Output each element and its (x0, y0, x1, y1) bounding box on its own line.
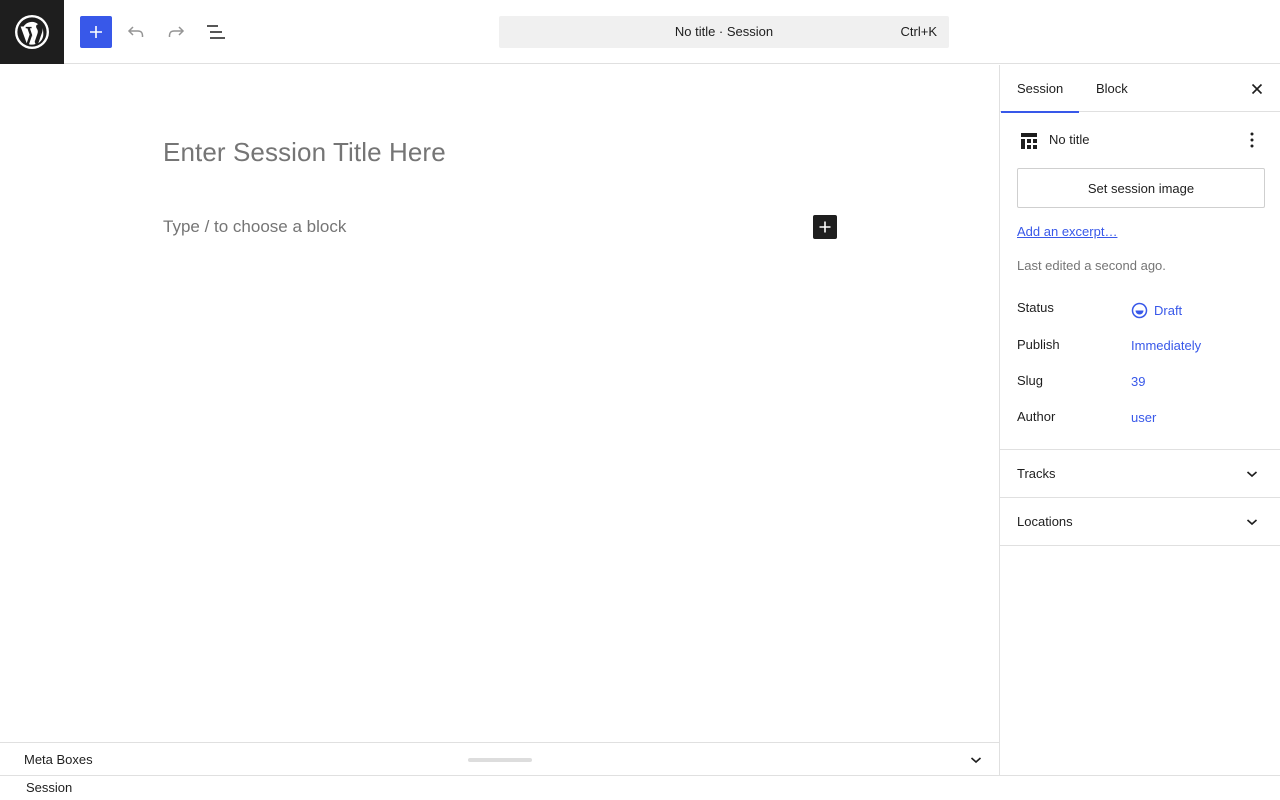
wordpress-logo-button[interactable] (0, 0, 64, 64)
author-button[interactable]: user (1131, 410, 1156, 425)
tracks-panel-title: Tracks (1017, 466, 1056, 481)
chevron-down-icon (1240, 462, 1264, 486)
chevron-down-icon (1240, 510, 1264, 534)
plus-icon (90, 26, 102, 38)
slug-row: Slug 39 (1017, 369, 1265, 393)
post-actions-button[interactable] (1240, 128, 1264, 152)
tab-block[interactable]: Block (1080, 65, 1144, 112)
post-card-title: No title (1049, 132, 1090, 147)
draft-status-icon (1130, 301, 1148, 319)
post-title-input[interactable]: Enter Session Title Here (163, 137, 446, 168)
undo-button[interactable] (120, 16, 152, 48)
plus-icon (819, 221, 831, 233)
close-icon (1251, 83, 1263, 95)
author-row: Author user (1017, 405, 1265, 429)
redo-button[interactable] (160, 16, 192, 48)
add-excerpt-link[interactable]: Add an excerpt… (1017, 224, 1117, 239)
settings-sidebar: Session Block No title Set session image… (999, 65, 1280, 775)
status-label: Status (1017, 300, 1054, 315)
locations-panel-toggle[interactable]: Locations (1000, 497, 1280, 546)
block-breadcrumb-bar: Session (0, 775, 1280, 800)
editor-canvas[interactable]: Enter Session Title Here Type / to choos… (0, 65, 999, 742)
editor-header: No title · Session Ctrl+K (0, 0, 1280, 64)
breadcrumb-item[interactable]: Session (26, 776, 72, 800)
publish-date-button[interactable]: Immediately (1131, 338, 1201, 353)
resize-handle[interactable] (468, 758, 532, 762)
list-view-icon (207, 25, 225, 39)
status-row: Status Draft (1017, 296, 1265, 320)
inline-inserter-button[interactable] (813, 215, 837, 239)
meta-boxes-toggle[interactable] (964, 748, 988, 772)
layout-icon (1021, 133, 1037, 149)
more-vertical-icon (1250, 132, 1254, 148)
status-button[interactable]: Draft (1131, 301, 1182, 319)
locations-panel-title: Locations (1017, 514, 1073, 529)
sidebar-tabs: Session Block (1000, 65, 1280, 113)
wordpress-icon (15, 15, 49, 49)
post-type-icon (1017, 129, 1041, 153)
document-title: No title · Session (674, 24, 774, 39)
last-edited-text: Last edited a second ago. (1017, 258, 1166, 273)
undo-icon (127, 26, 144, 37)
publish-label: Publish (1017, 337, 1060, 352)
publish-row: Publish Immediately (1017, 333, 1265, 357)
close-sidebar-button[interactable] (1245, 77, 1269, 101)
set-featured-image-button[interactable]: Set session image (1017, 168, 1265, 208)
document-overview-button[interactable] (200, 16, 232, 48)
keyboard-shortcut: Ctrl+K (900, 24, 937, 39)
meta-boxes-label: Meta Boxes (24, 752, 93, 767)
author-label: Author (1017, 409, 1056, 424)
status-value: Draft (1154, 302, 1183, 318)
redo-icon (168, 26, 185, 37)
command-palette-button[interactable]: No title · Session Ctrl+K (499, 16, 949, 48)
tracks-panel-toggle[interactable]: Tracks (1000, 449, 1280, 497)
chevron-down-icon (970, 757, 982, 764)
slug-button[interactable]: 39 (1131, 374, 1145, 389)
tab-session[interactable]: Session (1001, 65, 1080, 113)
default-block-appender[interactable]: Type / to choose a block (163, 217, 346, 237)
meta-boxes-panel: Meta Boxes (0, 742, 999, 776)
slug-label: Slug (1017, 373, 1044, 388)
block-inserter-button[interactable] (80, 16, 112, 48)
